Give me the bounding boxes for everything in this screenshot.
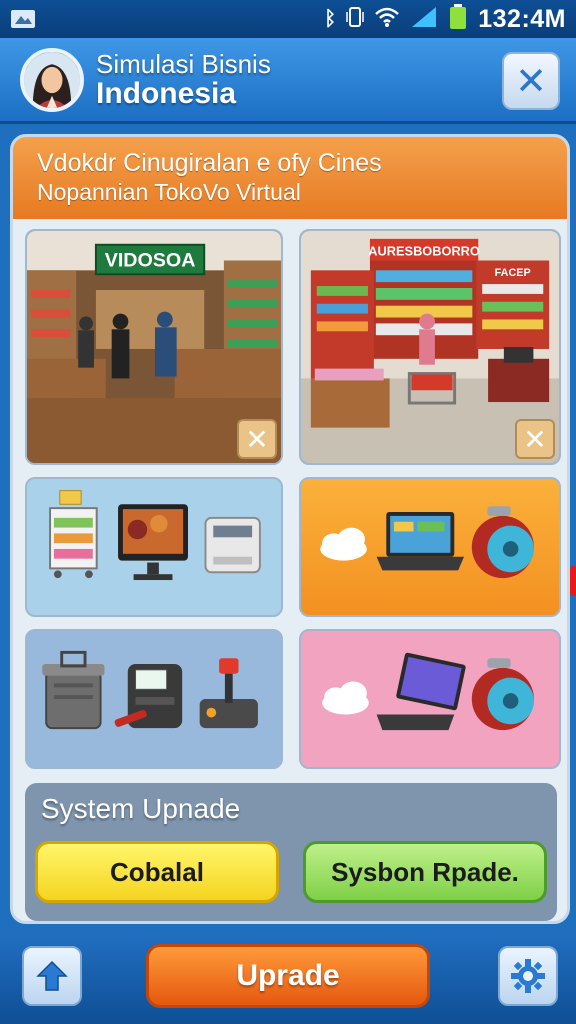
bluetooth-icon: ᛒ xyxy=(324,7,337,30)
home-up-button[interactable] xyxy=(22,946,82,1006)
item-card-shop-display[interactable] xyxy=(25,477,283,617)
close-button[interactable]: ✕ xyxy=(502,52,560,110)
store-sign-1: VIDOSOA xyxy=(105,249,196,271)
cobalal-button[interactable]: Cobalal xyxy=(35,841,279,903)
panel-banner: Vdokdr Cinugiralan e ofy Cines Nopannian… xyxy=(13,137,567,219)
laptop-icon xyxy=(376,652,466,731)
upgrade-button[interactable]: Uprade xyxy=(146,944,430,1008)
status-time: 132:4M xyxy=(478,4,566,33)
home-up-icon xyxy=(36,960,68,991)
store-scene-1[interactable]: VIDOSOA ✕ xyxy=(25,229,283,465)
close-icon: ✕ xyxy=(515,60,547,103)
reel-icon xyxy=(471,658,534,731)
store-scene-2[interactable]: AURESBOBORRO FACEP ✕ xyxy=(299,229,561,465)
item-card-laptop-pink[interactable] xyxy=(299,629,561,769)
system-upgrade-button[interactable]: Sysbon Rpade. xyxy=(303,841,547,903)
settings-button[interactable] xyxy=(498,946,558,1006)
joystick-icon xyxy=(199,658,258,729)
banner-line2: Nopannian TokoVo Virtual xyxy=(37,179,301,205)
close-icon: ✕ xyxy=(245,423,269,455)
system-upgrade-section: System Upnade Cobalal Sysbon Rpade. xyxy=(25,783,557,921)
status-bar: ᛒ 132:4M xyxy=(0,0,576,38)
main-panel: Vdokdr Cinugiralan e ofy Cines Nopannian… xyxy=(10,134,570,924)
item-card-laptop-device[interactable] xyxy=(299,477,561,617)
close-icon: ✕ xyxy=(523,423,547,455)
notification-icon xyxy=(10,8,38,30)
bottom-bar: Uprade xyxy=(0,932,576,1024)
gear-icon xyxy=(511,959,545,993)
reel-icon xyxy=(471,506,534,579)
monitor-icon xyxy=(118,504,188,581)
app-title-line2: Indonesia xyxy=(96,77,237,110)
item-card-machines[interactable] xyxy=(25,629,283,769)
scroll-indicator xyxy=(570,566,576,596)
laptop-icon xyxy=(376,512,464,571)
wifi-icon xyxy=(374,6,400,33)
app-header: Simulasi Bisnis Indonesia ✕ xyxy=(0,38,576,124)
cloud-icon xyxy=(320,527,367,561)
app-title: Simulasi Bisnis Indonesia xyxy=(96,50,271,110)
app-title-line1: Simulasi Bisnis xyxy=(96,49,271,79)
cloud-icon xyxy=(322,681,369,715)
store-scene-1-close-button[interactable]: ✕ xyxy=(237,419,277,459)
store-scene-2-close-button[interactable]: ✕ xyxy=(515,419,555,459)
shelf-cart-icon xyxy=(49,490,98,579)
avatar[interactable] xyxy=(20,48,84,112)
vibrate-icon xyxy=(346,6,364,33)
store-side-sign-2: FACEP xyxy=(495,267,531,279)
battery-icon xyxy=(448,3,468,35)
banner-line1: Vdokdr Cinugiralan e ofy Cines xyxy=(37,149,382,177)
printer-icon xyxy=(204,516,261,574)
store-sign-2: AURESBOBORRO xyxy=(368,244,480,259)
payment-terminal-icon xyxy=(114,664,183,729)
system-upgrade-title: System Upnade xyxy=(41,793,241,824)
bin-icon xyxy=(42,650,105,730)
signal-icon xyxy=(410,5,438,34)
